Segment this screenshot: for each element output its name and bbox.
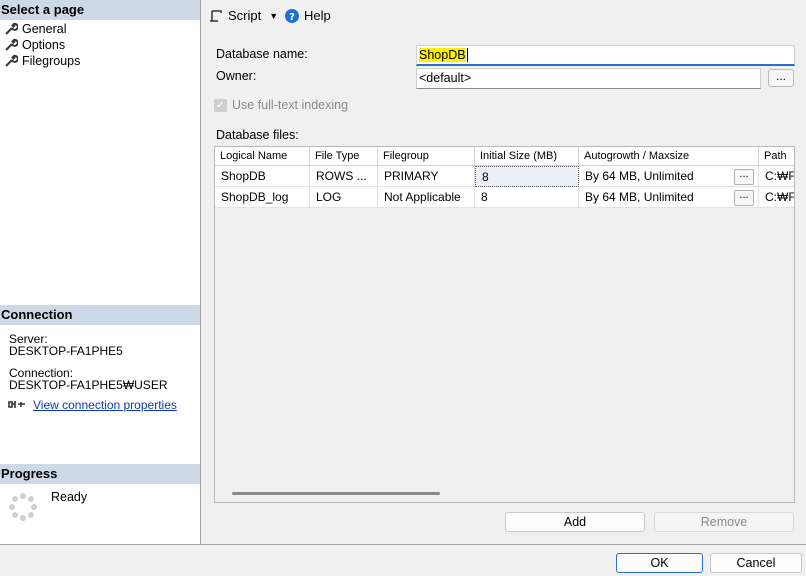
server-value: DESKTOP-FA1PHE5 (9, 344, 123, 358)
cell-autogrowth[interactable]: By 64 MB, Unlimited (579, 166, 759, 187)
select-page-header: Select a page (0, 0, 200, 20)
cancel-button[interactable]: Cancel (710, 553, 802, 573)
column-header[interactable]: Logical Name (215, 147, 310, 166)
dialog-button-bar: OK Cancel (0, 544, 806, 576)
progress-status: Ready (51, 490, 88, 504)
script-button[interactable]: Script ▼ (209, 8, 278, 23)
plug-icon (8, 401, 25, 408)
cell-logical-name[interactable]: ShopDB (215, 166, 310, 187)
horizontal-scrollbar[interactable] (215, 486, 794, 502)
scrollbar-thumb[interactable] (232, 492, 440, 495)
view-connection-row: View connection properties (8, 398, 177, 412)
cell-initial-size[interactable]: 8 (475, 187, 579, 208)
connection-header: Connection (0, 305, 200, 325)
wrench-icon (5, 22, 18, 35)
page-item-label: Options (22, 38, 66, 52)
help-label: Help (304, 8, 331, 23)
progress-header: Progress (0, 464, 200, 484)
svg-text:?: ? (289, 12, 295, 23)
column-header[interactable]: Path (759, 147, 794, 166)
script-label: Script (228, 8, 262, 23)
database-name-input[interactable]: ShopDB (416, 45, 795, 66)
column-header[interactable]: Autogrowth / Maxsize (579, 147, 759, 166)
database-files-grid[interactable]: Logical Name File Type Filegroup Initial… (214, 146, 795, 503)
page-item-filegroups[interactable]: Filegroups (4, 53, 80, 69)
wrench-icon (5, 54, 18, 67)
owner-input[interactable]: <default> (416, 68, 761, 89)
right-panel: Script ▼ ? Help Database name: ShopDB Ow… (201, 0, 806, 544)
add-button[interactable]: Add (505, 512, 645, 532)
connection-value: DESKTOP-FA1PHE5₩USER (9, 378, 168, 392)
cell-path[interactable]: C:₩F (759, 166, 794, 187)
remove-button[interactable]: Remove (654, 512, 794, 532)
wrench-icon (5, 38, 18, 51)
cell-file-type[interactable]: ROWS ... (310, 166, 378, 187)
column-header[interactable]: Filegroup (378, 147, 475, 166)
fulltext-label: Use full-text indexing (232, 98, 349, 112)
text-caret (466, 48, 468, 62)
cell-path[interactable]: C:₩F (759, 187, 794, 208)
cell-logical-name[interactable]: ShopDB_log (215, 187, 310, 208)
help-button[interactable]: ? Help (285, 8, 331, 23)
column-header[interactable]: Initial Size (MB) (475, 147, 579, 166)
cell-filegroup[interactable]: PRIMARY (378, 166, 475, 187)
owner-label: Owner: (216, 69, 257, 83)
page-item-general[interactable]: General (4, 21, 66, 37)
chevron-down-icon[interactable]: ▼ (269, 11, 278, 21)
view-connection-properties-link[interactable]: View connection properties (33, 398, 177, 412)
fulltext-checkbox-row: ✓ Use full-text indexing (214, 98, 348, 112)
owner-value: <default> (419, 71, 472, 85)
progress-spinner-icon (9, 493, 37, 521)
page-item-options[interactable]: Options (4, 37, 65, 53)
page-item-label: General (22, 22, 67, 36)
script-icon (210, 9, 222, 22)
cell-initial-size[interactable]: 8 (475, 166, 579, 187)
cell-autogrowth[interactable]: By 64 MB, Unlimited (579, 187, 759, 208)
left-panel: Select a page General Options Filegroups… (0, 0, 201, 544)
fulltext-checkbox[interactable]: ✓ (214, 98, 227, 112)
page-item-label: Filegroups (22, 54, 81, 68)
owner-browse-button[interactable]: ... (768, 69, 794, 87)
cell-file-type[interactable]: LOG (310, 187, 378, 208)
column-header[interactable]: File Type (310, 147, 378, 166)
autogrowth-browse-button[interactable]: ... (734, 190, 754, 206)
database-files-label: Database files: (216, 128, 299, 142)
autogrowth-browse-button[interactable]: ... (734, 169, 754, 185)
database-name-value: ShopDB (419, 48, 466, 62)
database-name-label: Database name: (216, 47, 308, 61)
help-icon: ? (285, 8, 299, 23)
cell-filegroup[interactable]: Not Applicable (378, 187, 475, 208)
ok-button[interactable]: OK (616, 553, 703, 573)
